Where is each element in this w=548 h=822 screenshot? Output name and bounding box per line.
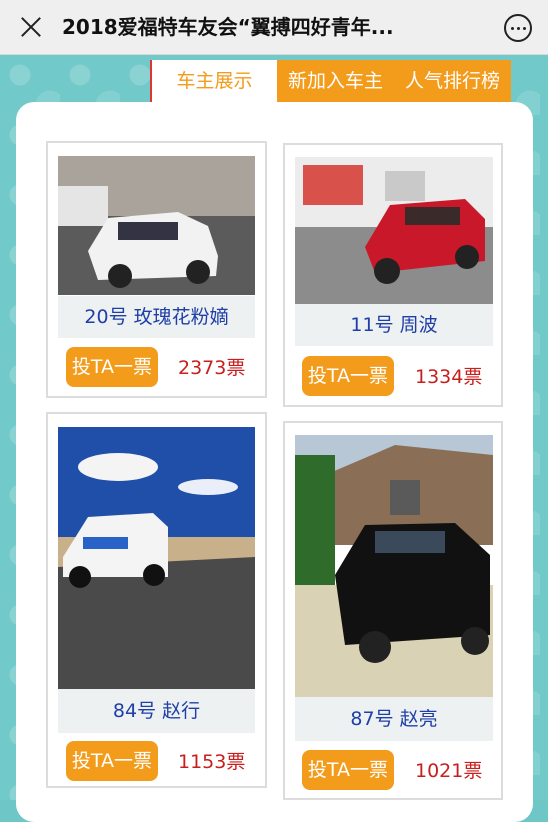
car-photo[interactable]	[295, 435, 493, 697]
entry-card: 11号 周波 投TA一票 1334票	[283, 143, 503, 407]
more-options-icon[interactable]	[504, 14, 532, 42]
entry-caption: 87号 赵亮	[295, 697, 493, 741]
entry-card: 87号 赵亮 投TA一票 1021票	[283, 421, 503, 800]
vote-count: 2373票	[178, 357, 246, 379]
vote-button[interactable]: 投TA一票	[66, 347, 158, 387]
page-title: 2018爱福特车友会“翼搏四好青年...	[62, 15, 394, 39]
car-photo[interactable]	[295, 157, 493, 304]
entry-card: 84号 赵行 投TA一票 1153票	[46, 412, 267, 788]
vote-button[interactable]: 投TA一票	[302, 750, 394, 790]
vote-button[interactable]: 投TA一票	[302, 356, 394, 396]
top-bar: 2018爱福特车友会“翼搏四好青年...	[0, 0, 548, 55]
tab-popularity-ranking[interactable]: 人气排行榜	[394, 60, 512, 102]
tab-new-owners[interactable]: 新加入车主	[277, 60, 395, 102]
entry-card: 20号 玫瑰花粉嫡 投TA一票 2373票	[46, 141, 267, 398]
tab-bar: 车主展示 新加入车主 人气排行榜	[150, 60, 512, 102]
vote-count: 1334票	[415, 366, 483, 388]
close-icon[interactable]	[14, 10, 48, 44]
vote-count: 1153票	[178, 751, 246, 773]
car-photo[interactable]	[58, 427, 255, 689]
entry-caption: 11号 周波	[295, 304, 493, 346]
entry-caption: 20号 玫瑰花粉嫡	[58, 296, 255, 338]
vote-count: 1021票	[415, 760, 483, 782]
entry-caption: 84号 赵行	[58, 689, 255, 733]
tab-owner-showcase[interactable]: 车主展示	[150, 60, 277, 102]
vote-button[interactable]: 投TA一票	[66, 741, 158, 781]
car-photo[interactable]	[58, 156, 255, 295]
